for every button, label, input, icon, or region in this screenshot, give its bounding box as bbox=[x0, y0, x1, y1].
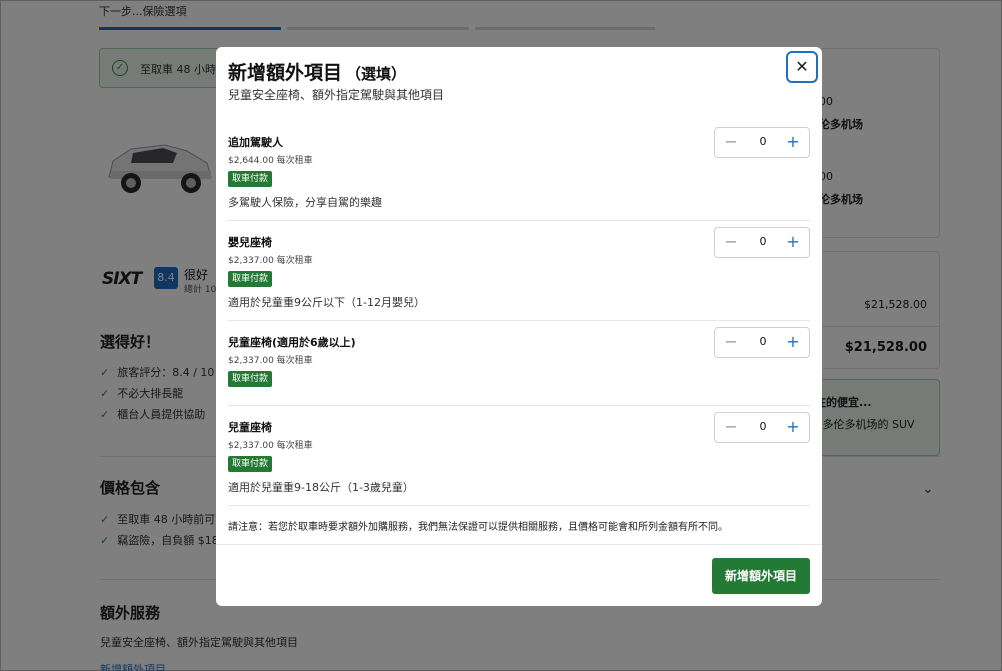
close-button[interactable]: ✕ bbox=[786, 51, 818, 83]
item-divider bbox=[228, 405, 810, 406]
modal-subtitle: 兒童安全座椅、額外指定駕駛與其他項目 bbox=[228, 88, 445, 102]
item-name: 兒童座椅 bbox=[228, 421, 272, 434]
modal-title-optional: （選填） bbox=[346, 65, 407, 83]
disclaimer-note: 請注意：若您於取車時要求額外加購服務，我們無法保證可以提供相關服務，且價格可能會… bbox=[228, 522, 728, 533]
extra-item-additional-driver: 追加駕駛人 $2,644.00 每次租車 取車付款 多駕駛人保險，分享自駕的樂趣… bbox=[228, 127, 810, 214]
plus-icon[interactable]: + bbox=[784, 333, 802, 351]
plus-icon[interactable]: + bbox=[784, 133, 802, 151]
modal-title: 新增額外項目 （選填） bbox=[228, 58, 406, 85]
item-name: 追加駕駛人 bbox=[228, 136, 283, 149]
quantity-stepper: − 0 + bbox=[714, 227, 810, 258]
add-extras-button[interactable]: 新增額外項目 bbox=[712, 558, 810, 594]
quantity-value: 0 bbox=[759, 235, 767, 248]
item-description: 多駕駛人保險，分享自駕的樂趣 bbox=[228, 196, 382, 209]
pay-at-pickup-badge: 取車付款 bbox=[228, 371, 273, 387]
item-price: $2,337.00 每次租車 bbox=[228, 256, 313, 266]
pay-at-pickup-badge: 取車付款 bbox=[228, 456, 273, 472]
quantity-stepper: − 0 + bbox=[714, 127, 810, 158]
extras-modal: 新增額外項目 （選填） 兒童安全座椅、額外指定駕駛與其他項目 ✕ 追加駕駛人 $2… bbox=[216, 47, 822, 606]
extra-item-child-seat: 兒童座椅 $2,337.00 每次租車 取車付款 適用於兒童重9-18公斤（1-… bbox=[228, 412, 810, 499]
modal-title-text: 新增額外項目 bbox=[228, 62, 343, 84]
footer-divider bbox=[216, 544, 822, 545]
quantity-stepper: − 0 + bbox=[714, 327, 810, 358]
extra-item-booster-seat: 兒童座椅(適用於6歲以上) $2,337.00 每次租車 取車付款 − 0 + bbox=[228, 327, 810, 394]
item-price: $2,337.00 每次租車 bbox=[228, 441, 313, 451]
item-description: 適用於兒童重9-18公斤（1-3歲兒童） bbox=[228, 481, 414, 494]
minus-icon[interactable]: − bbox=[722, 418, 740, 436]
extra-item-infant-seat: 嬰兒座椅 $2,337.00 每次租車 取車付款 適用於兒童重9公斤以下（1-1… bbox=[228, 227, 810, 314]
item-divider bbox=[228, 320, 810, 321]
item-name: 嬰兒座椅 bbox=[228, 236, 272, 249]
item-description: 適用於兒童重9公斤以下（1-12月嬰兒） bbox=[228, 296, 425, 309]
quantity-value: 0 bbox=[759, 135, 767, 148]
item-divider bbox=[228, 220, 810, 221]
plus-icon[interactable]: + bbox=[784, 233, 802, 251]
minus-icon[interactable]: − bbox=[722, 233, 740, 251]
plus-icon[interactable]: + bbox=[784, 418, 802, 436]
quantity-value: 0 bbox=[759, 335, 767, 348]
item-price: $2,337.00 每次租車 bbox=[228, 356, 313, 366]
item-name: 兒童座椅(適用於6歲以上) bbox=[228, 336, 356, 349]
quantity-stepper: − 0 + bbox=[714, 412, 810, 443]
close-icon: ✕ bbox=[795, 57, 809, 76]
item-divider bbox=[228, 505, 810, 506]
item-price: $2,644.00 每次租車 bbox=[228, 156, 313, 166]
pay-at-pickup-badge: 取車付款 bbox=[228, 271, 273, 287]
minus-icon[interactable]: − bbox=[722, 133, 740, 151]
pay-at-pickup-badge: 取車付款 bbox=[228, 171, 273, 187]
quantity-value: 0 bbox=[759, 420, 767, 433]
minus-icon[interactable]: − bbox=[722, 333, 740, 351]
